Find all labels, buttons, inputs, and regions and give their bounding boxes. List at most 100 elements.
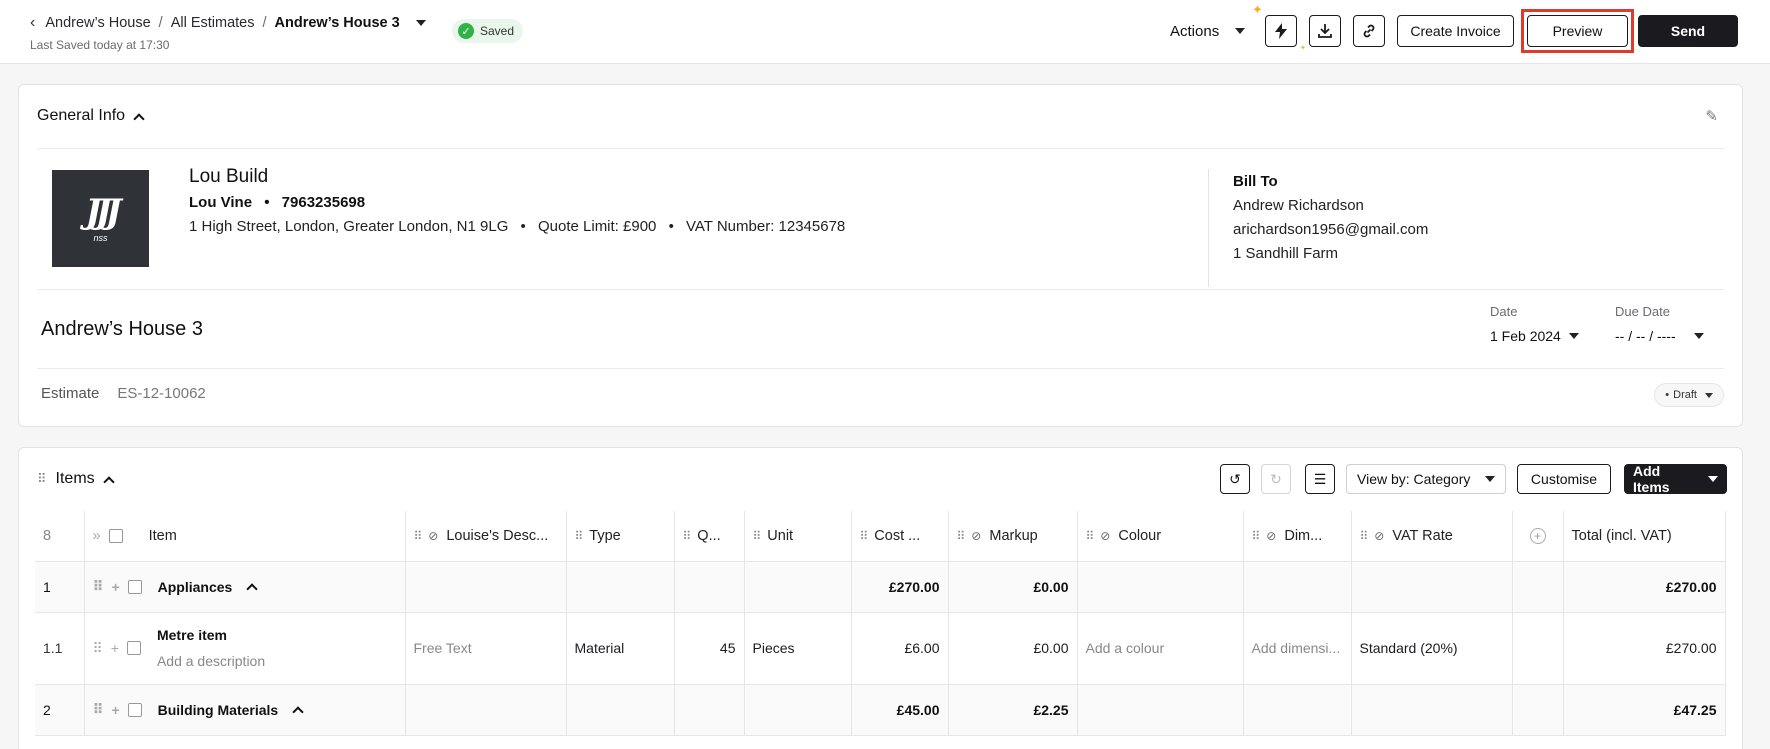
due-date-label: Due Date (1615, 304, 1670, 319)
drag-handle-icon[interactable]: ⠿ (414, 529, 423, 543)
add-row-icon[interactable]: + (111, 579, 119, 595)
pencil-icon[interactable]: ✎ (1705, 107, 1718, 125)
column-label: Type (589, 527, 621, 544)
vat-cell[interactable]: Standard (20%) (1351, 612, 1513, 685)
column-unit[interactable]: ⠿ Unit (744, 511, 852, 562)
automation-button[interactable] (1265, 15, 1297, 47)
item-name[interactable]: Metre item (157, 627, 265, 643)
drag-handle-icon[interactable]: ⠿ (1252, 529, 1261, 543)
company-logo: JJJ nss (52, 170, 149, 267)
divider (37, 368, 1724, 369)
company-address: 1 High Street, London, Greater London, N… (189, 218, 509, 235)
drag-handle-icon[interactable]: ⠿ (957, 529, 966, 543)
actions-dropdown[interactable]: Actions (1160, 16, 1255, 46)
estimate-switcher-chevron-icon[interactable] (415, 20, 426, 26)
send-button[interactable]: Send (1638, 15, 1738, 47)
download-button[interactable] (1309, 15, 1341, 47)
hidden-eye-icon[interactable]: ⊘ (1266, 529, 1276, 543)
chevron-up-icon[interactable] (133, 112, 145, 125)
status-badge[interactable]: • Draft (1654, 383, 1724, 407)
column-item[interactable]: » Item (84, 511, 406, 562)
company-details: Lou Build Lou Vine • 7963235698 1 High S… (189, 166, 845, 235)
column-type[interactable]: ⠿ Type (566, 511, 675, 562)
chevron-up-icon[interactable] (102, 475, 115, 488)
category-row[interactable]: 2 ⠿ + Building Materials £45.00 £2.25 £4… (35, 684, 1726, 736)
add-column-icon[interactable]: + (1529, 527, 1546, 544)
due-date-value-row[interactable]: -- / -- / ---- (1615, 328, 1704, 344)
row-checkbox[interactable] (127, 702, 142, 717)
drag-handle-icon[interactable]: ⠿ (1086, 529, 1095, 543)
hidden-eye-icon[interactable]: ⊘ (428, 529, 438, 543)
row-checkbox[interactable] (127, 579, 142, 594)
column-markup[interactable]: ⠿ ⊘ Markup (948, 511, 1078, 562)
drag-handle-icon[interactable]: ⠿ (683, 529, 692, 543)
drag-handle-icon[interactable]: ⠿ (575, 529, 584, 543)
row-checkbox[interactable] (126, 641, 141, 655)
add-items-button[interactable]: Add Items (1624, 463, 1727, 495)
estimate-title[interactable]: Andrew’s House 3 (41, 318, 203, 341)
copy-link-button[interactable] (1353, 15, 1385, 47)
general-info-header[interactable]: General Info (37, 107, 145, 125)
column-colour[interactable]: ⠿ ⊘ Colour (1077, 511, 1244, 562)
view-by-select[interactable]: View by: Category (1346, 464, 1506, 494)
chevron-up-icon[interactable] (246, 583, 258, 595)
line-spacing-button[interactable]: ☰ (1305, 464, 1335, 494)
unit-cell[interactable]: Pieces (744, 612, 852, 685)
customise-button[interactable]: Customise (1517, 464, 1611, 494)
item-cell[interactable]: ⠿ + Metre item Add a description (84, 612, 406, 685)
column-total[interactable]: Total (incl. VAT) (1563, 511, 1726, 562)
column-cost[interactable]: ⠿ Cost ... (851, 511, 949, 562)
item-cell[interactable]: ⠿ + Building Materials (84, 684, 406, 736)
estimate-number[interactable]: ES-12-10062 (117, 385, 205, 402)
drag-handle-icon[interactable]: ⠿ (37, 471, 46, 487)
hidden-eye-icon[interactable]: ⊘ (971, 529, 981, 543)
type-cell[interactable]: Material (566, 612, 675, 685)
markup-cell[interactable]: £0.00 (948, 612, 1078, 685)
item-cell[interactable]: ⠿ + Appliances (84, 561, 406, 613)
hidden-eye-icon[interactable]: ⊘ (1100, 529, 1110, 543)
drag-handle-icon[interactable]: ⠿ (93, 640, 103, 657)
expand-all-icon[interactable]: » (93, 528, 101, 544)
drag-handle-icon[interactable]: ⠿ (860, 529, 869, 543)
column-label: Total (incl. VAT) (1571, 527, 1672, 544)
date-value-row[interactable]: 1 Feb 2024 (1490, 328, 1579, 344)
breadcrumb-project[interactable]: Andrew’s House (45, 15, 150, 31)
add-row-icon[interactable]: + (111, 702, 119, 718)
logo-mark: JJJ (85, 191, 121, 232)
add-column-cell (1512, 612, 1564, 685)
table-row[interactable]: 1.1 ⠿ + Metre item Add a description Fre… (35, 612, 1726, 685)
drag-handle-icon[interactable]: ⠿ (93, 578, 104, 595)
quote-limit: Quote Limit: £900 (537, 218, 657, 235)
due-date-field[interactable]: Due Date -- / -- / ---- (1615, 304, 1704, 344)
breadcrumb-current[interactable]: Andrew’s House 3 (275, 15, 400, 31)
description-cell[interactable]: Free Text (405, 612, 567, 685)
add-row-icon[interactable]: + (111, 640, 119, 656)
item-description[interactable]: Add a description (157, 653, 265, 669)
date-field[interactable]: Date 1 Feb 2024 (1490, 304, 1579, 344)
create-invoice-button[interactable]: Create Invoice (1397, 15, 1514, 47)
column-description[interactable]: ⠿ ⊘ Louise's Desc... (405, 511, 567, 562)
column-vat-rate[interactable]: ⠿ ⊘ VAT Rate (1351, 511, 1513, 562)
dimensions-cell[interactable]: Add dimensi... (1243, 612, 1352, 685)
drag-handle-icon[interactable]: ⠿ (753, 529, 762, 543)
cost-cell[interactable]: £6.00 (851, 612, 949, 685)
drag-handle-icon[interactable]: ⠿ (93, 701, 104, 718)
column-quantity[interactable]: ⠿ Q... (674, 511, 745, 562)
quantity-cell[interactable]: 45 (674, 612, 745, 685)
back-chevron-icon[interactable]: ‹ (30, 14, 35, 32)
undo-button[interactable]: ↺ (1220, 464, 1250, 494)
items-header[interactable]: ⠿ Items (37, 470, 115, 488)
bill-to-section[interactable]: Bill To Andrew Richardson arichardson195… (1233, 170, 1428, 266)
divider (37, 289, 1724, 290)
view-by-label: View by: Category (1357, 471, 1471, 487)
colour-cell[interactable]: Add a colour (1077, 612, 1244, 685)
column-dimensions[interactable]: ⠿ ⊘ Dim... (1243, 511, 1352, 562)
chevron-up-icon[interactable] (292, 706, 304, 718)
redo-button[interactable]: ↻ (1261, 464, 1291, 494)
category-row[interactable]: 1 ⠿ + Appliances £270.00 £0.00 £270.00 (35, 561, 1726, 613)
hidden-eye-icon[interactable]: ⊘ (1374, 529, 1384, 543)
drag-handle-icon[interactable]: ⠿ (1360, 529, 1369, 543)
select-all-checkbox[interactable] (108, 528, 123, 543)
undo-icon: ↺ (1229, 470, 1241, 487)
breadcrumb-all-estimates[interactable]: All Estimates (171, 15, 255, 31)
